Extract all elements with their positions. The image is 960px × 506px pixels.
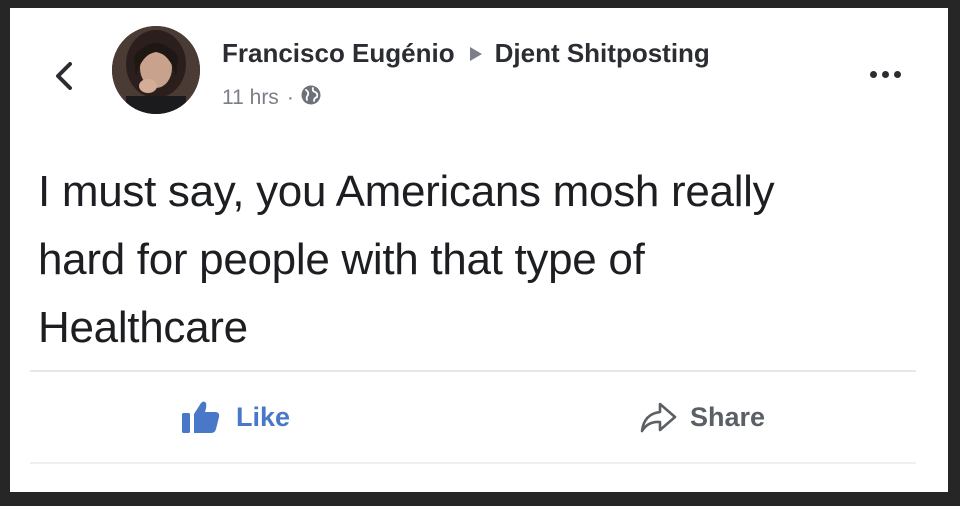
chevron-left-icon <box>56 62 72 90</box>
triangle-right-icon <box>469 38 483 69</box>
divider <box>30 462 916 464</box>
post-line: hard for people with that type of <box>38 235 645 284</box>
share-arrow-icon <box>638 400 678 434</box>
author-name[interactable]: Francisco Eugénio <box>222 38 455 69</box>
more-horizontal-icon <box>869 70 877 78</box>
avatar[interactable] <box>112 26 200 114</box>
like-button[interactable]: Like <box>180 392 290 442</box>
post-header-names: Francisco Eugénio Djent Shitposting <box>222 38 710 69</box>
avatar-photo <box>112 26 200 114</box>
post-timestamp[interactable]: 11 hrs <box>222 86 279 110</box>
divider <box>30 370 916 372</box>
post-line: I must say, you Americans mosh really <box>38 167 775 216</box>
more-horizontal-icon <box>881 70 889 78</box>
more-options-button[interactable] <box>860 62 910 86</box>
like-label: Like <box>236 401 291 432</box>
group-name[interactable]: Djent Shitposting <box>495 38 710 69</box>
post-meta: 11 hrs · <box>222 84 322 112</box>
post-body: I must say, you Americans mosh really ha… <box>38 158 918 362</box>
screenshot-frame: Francisco Eugénio Djent Shitposting 11 h… <box>0 0 960 506</box>
share-label: Share <box>690 401 766 432</box>
thumbs-up-icon <box>180 399 224 435</box>
meta-separator: · <box>286 86 294 109</box>
share-button[interactable]: Share <box>638 392 765 442</box>
more-horizontal-icon <box>893 70 901 78</box>
post-line: Healthcare <box>38 303 248 352</box>
globe-icon <box>300 84 322 112</box>
back-button[interactable] <box>44 54 84 98</box>
